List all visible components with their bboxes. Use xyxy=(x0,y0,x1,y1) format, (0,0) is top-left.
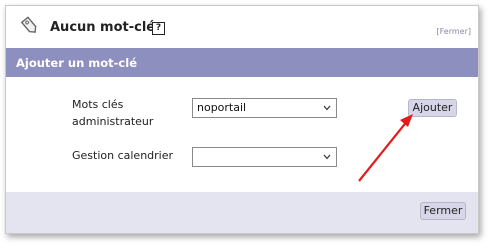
help-icon[interactable]: ? xyxy=(152,22,165,35)
add-button[interactable]: Ajouter xyxy=(408,99,457,117)
section-header: Ajouter un mot-clé xyxy=(6,48,478,77)
calendar-select[interactable] xyxy=(192,147,337,167)
close-button[interactable]: Fermer xyxy=(420,202,466,220)
keyword-dialog: Aucun mot-clé ? [Fermer] Ajouter un mot-… xyxy=(5,5,479,234)
admin-keywords-value: noportail xyxy=(197,101,247,114)
dialog-footer: Fermer xyxy=(6,192,478,233)
tag-icon xyxy=(20,16,37,33)
chevron-down-icon xyxy=(323,154,331,160)
admin-keywords-select[interactable]: noportail xyxy=(192,98,337,118)
admin-keywords-label: Mots clés administrateur xyxy=(72,98,154,128)
dialog-title: Aucun mot-clé xyxy=(50,20,156,35)
chevron-down-icon xyxy=(323,105,331,111)
calendar-label: Gestion calendrier xyxy=(72,149,174,162)
close-link[interactable]: [Fermer] xyxy=(437,27,471,36)
section-title: Ajouter un mot-clé xyxy=(16,56,137,70)
